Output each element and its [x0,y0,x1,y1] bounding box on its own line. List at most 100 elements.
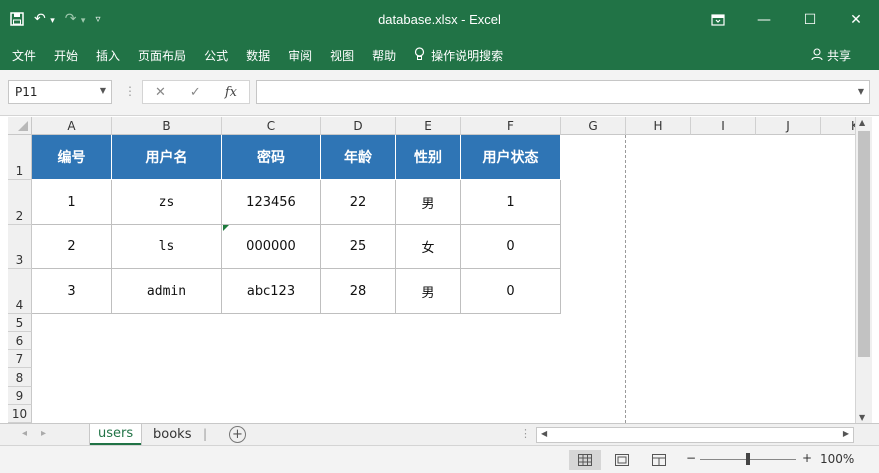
table-cell[interactable]: 28 [321,269,396,314]
row-header-1[interactable]: 1 [8,135,32,180]
column-header-h[interactable]: H [626,117,691,135]
maximize-button[interactable]: ☐ [787,0,833,40]
header-cell-id[interactable]: 编号 [32,135,112,180]
vertical-scroll-thumb[interactable] [858,131,870,357]
table-cell[interactable]: 123456 [222,180,321,225]
name-box[interactable]: P11 ▼ [8,80,112,104]
row-header-4[interactable]: 4 [8,269,32,314]
formula-bar-area: P11 ▼ ⋮ ✕ ✓ fx ▼ [0,70,879,116]
horizontal-scrollbar[interactable]: ◀ ▶ [536,427,854,443]
share-label: 共享 [826,49,851,63]
row-header-3[interactable]: 3 [8,225,32,269]
select-all-corner[interactable] [8,117,32,135]
vertical-scrollbar[interactable]: ▲ ▼ [855,117,872,423]
error-indicator-icon [223,225,229,231]
formula-input[interactable]: ▼ [256,80,870,104]
add-sheet-button[interactable]: + [229,426,246,443]
ribbon-display-icon[interactable] [695,0,741,40]
next-sheet-icon[interactable]: ▸ [41,428,46,439]
table-cell[interactable]: 25 [321,225,396,269]
row-header-10[interactable]: 10 [8,405,32,423]
cancel-icon[interactable]: ✕ [155,85,166,100]
table-cell[interactable]: 男 [396,269,461,314]
header-cell-status[interactable]: 用户状态 [461,135,561,180]
row-header-7[interactable]: 7 [8,350,32,368]
worksheet-grid[interactable]: A B C D E F G H I J K 1 2 3 4 5 6 7 8 9 … [8,117,855,423]
expand-formula-icon[interactable]: ▼ [858,87,864,96]
tab-insert[interactable]: 插入 [96,47,120,64]
header-cell-username[interactable]: 用户名 [112,135,222,180]
formula-buttons: ✕ ✓ fx [142,80,250,104]
row-header-6[interactable]: 6 [8,332,32,350]
row-header-8[interactable]: 8 [8,368,32,387]
share-button[interactable]: 共享 [811,47,851,64]
scroll-right-icon[interactable]: ▶ [843,429,849,438]
table-cell[interactable]: 女 [396,225,461,269]
zoom-level[interactable]: 100% [820,452,854,466]
tell-me-search[interactable]: 操作说明搜索 [414,46,504,64]
row-header-9[interactable]: 9 [8,387,32,405]
tab-home[interactable]: 开始 [54,47,78,64]
scroll-up-icon[interactable]: ▲ [859,118,865,127]
header-cell-gender[interactable]: 性别 [396,135,461,180]
column-header-f[interactable]: F [461,117,561,135]
tell-me-label: 操作说明搜索 [431,48,504,63]
scroll-down-icon[interactable]: ▼ [859,413,865,422]
sheet-tab-users[interactable]: users [90,424,142,445]
tab-split-handle[interactable]: ⋮ [520,427,531,440]
column-header-e[interactable]: E [396,117,461,135]
table-cell[interactable]: 0 [461,269,561,314]
sheet-tab-books[interactable]: books [145,424,199,445]
tab-page-layout[interactable]: 页面布局 [138,47,186,64]
table-cell[interactable]: 22 [321,180,396,225]
column-header-d[interactable]: D [321,117,396,135]
column-header-c[interactable]: C [222,117,321,135]
table-cell[interactable]: zs [112,180,222,225]
zoom-out-button[interactable]: − [686,451,696,465]
tab-view[interactable]: 视图 [330,47,354,64]
table-cell[interactable]: 2 [32,225,112,269]
insert-function-icon[interactable]: fx [225,85,237,100]
column-header-j[interactable]: J [756,117,821,135]
sheet-navigation: ◂ ▸ [22,428,46,439]
name-box-value: P11 [15,85,38,99]
tab-review[interactable]: 审阅 [288,47,312,64]
row-header-2[interactable]: 2 [8,180,32,225]
column-header-k[interactable]: K [821,117,855,135]
prev-sheet-icon[interactable]: ◂ [22,428,27,439]
lightbulb-icon [414,46,425,64]
column-header-i[interactable]: I [691,117,756,135]
zoom-in-button[interactable]: + [802,451,812,465]
column-header-a[interactable]: A [32,117,112,135]
table-cell[interactable]: abc123 [222,269,321,314]
status-bar: − + 100% [0,445,879,473]
normal-view-icon[interactable] [569,450,601,470]
column-header-g[interactable]: G [561,117,626,135]
enter-icon[interactable]: ✓ [190,85,201,100]
tab-help[interactable]: 帮助 [372,47,396,64]
page-layout-view-icon[interactable] [606,450,638,470]
table-cell[interactable]: 0 [461,225,561,269]
row-header-5[interactable]: 5 [8,314,32,332]
close-button[interactable]: ✕ [833,0,879,40]
tab-divider: | [203,427,208,441]
table-cell[interactable]: admin [112,269,222,314]
table-cell[interactable]: 1 [32,180,112,225]
chevron-down-icon[interactable]: ▼ [100,86,106,95]
header-cell-age[interactable]: 年龄 [321,135,396,180]
formula-bar-separator[interactable]: ⋮ [124,84,136,98]
tab-data[interactable]: 数据 [246,47,270,64]
page-break-view-icon[interactable] [643,450,675,470]
header-cell-password[interactable]: 密码 [222,135,321,180]
table-cell[interactable]: 000000 [222,225,321,269]
scroll-left-icon[interactable]: ◀ [541,429,547,438]
table-cell[interactable]: 男 [396,180,461,225]
minimize-button[interactable]: — [741,0,787,40]
column-header-b[interactable]: B [112,117,222,135]
tab-file[interactable]: 文件 [12,47,36,64]
tab-formulas[interactable]: 公式 [204,47,228,64]
table-cell[interactable]: 1 [461,180,561,225]
table-cell[interactable]: ls [112,225,222,269]
zoom-slider-handle[interactable] [746,453,750,465]
table-cell[interactable]: 3 [32,269,112,314]
